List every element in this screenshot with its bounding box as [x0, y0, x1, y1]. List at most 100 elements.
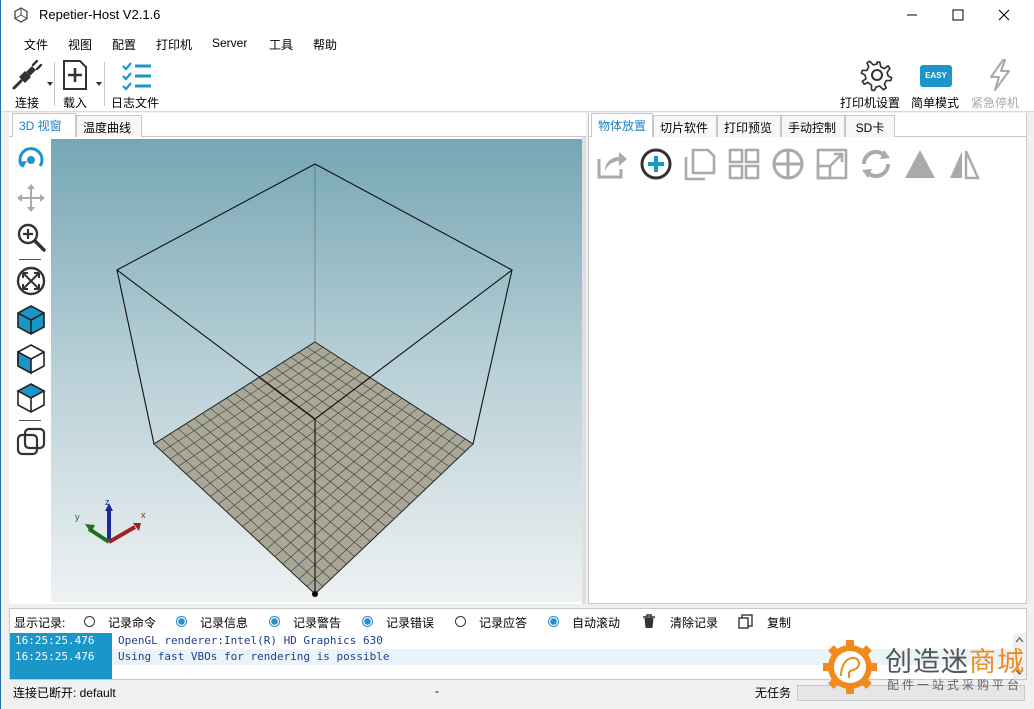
easy-mode-label: 简单模式 — [910, 96, 959, 110]
copy-icon[interactable] — [683, 147, 717, 181]
filter-info-label[interactable]: 记录信息 — [200, 614, 248, 631]
right-panel: 物体放置 切片软件 打印预览 手动控制 SD卡 — [588, 113, 1027, 604]
close-button[interactable] — [981, 0, 1027, 30]
menu-config[interactable]: 配置 — [112, 36, 136, 53]
svg-text:z: z — [105, 497, 110, 507]
easy-badge-icon: EASY — [920, 65, 952, 87]
menu-bar: 文件 视图 配置 打印机 Server 工具 帮助 — [1, 30, 1034, 56]
menu-help[interactable]: 帮助 — [313, 36, 337, 53]
clear-log-button[interactable]: 清除记录 — [670, 614, 718, 631]
svg-text:y: y — [75, 512, 80, 522]
filter-errors-label[interactable]: 记录错误 — [386, 614, 434, 631]
menu-tools[interactable]: 工具 — [269, 36, 293, 53]
file-add-icon — [63, 60, 87, 90]
filter-acks-label[interactable]: 记录应答 — [479, 614, 527, 631]
3d-viewport[interactable]: z x y — [51, 139, 582, 602]
mirror-icon[interactable] — [947, 147, 981, 181]
filter-acks-radio[interactable] — [455, 616, 466, 627]
plug-icon — [12, 59, 43, 90]
move-icon[interactable] — [15, 182, 47, 214]
filter-info-radio[interactable] — [176, 616, 187, 627]
app-logo-icon — [14, 7, 28, 23]
print-volume-render: z x y — [75, 163, 514, 597]
filter-commands-label[interactable]: 记录命令 — [108, 614, 156, 631]
watermark-logo: 创造迷商城 配件一站式采购平台 — [819, 638, 1029, 700]
printer-settings-label: 打印机设置 — [839, 96, 900, 110]
printer-settings-button[interactable]: 打印机设置 — [839, 58, 901, 110]
emergency-stop-label: 紧急停机 — [970, 96, 1019, 110]
filter-warnings-radio[interactable] — [269, 616, 280, 627]
scale-icon[interactable] — [815, 147, 849, 181]
log-message: OpenGL renderer:Intel(R) HD Graphics 630 — [118, 634, 383, 647]
menu-server[interactable]: Server — [212, 36, 247, 50]
tab-sd-card[interactable]: SD卡 — [845, 115, 895, 137]
export-icon[interactable] — [595, 147, 629, 181]
minimize-icon — [907, 14, 917, 16]
log-file-button[interactable]: 日志文件 — [109, 58, 161, 110]
connect-dropdown-icon[interactable] — [47, 82, 53, 86]
task-status: 无任务 — [755, 686, 792, 700]
view-tools — [9, 137, 51, 604]
copy-log-button[interactable]: 复制 — [767, 614, 791, 631]
axes-gizmo-icon: z x y — [75, 497, 146, 544]
auto-scroll-label[interactable]: 自动滚动 — [572, 614, 620, 631]
log-timestamp: 16:25:25.476 — [10, 633, 112, 649]
cut-icon[interactable] — [903, 147, 937, 181]
gear-logo-icon — [823, 640, 877, 694]
tab-3d-view[interactable]: 3D 视窗 — [12, 113, 76, 137]
close-icon — [998, 9, 1010, 21]
menu-file[interactable]: 文件 — [24, 36, 48, 53]
emergency-stop-button[interactable]: 紧急停机 — [969, 58, 1021, 110]
connection-status: 连接已断开: default — [13, 686, 116, 700]
add-object-icon[interactable] — [639, 147, 673, 181]
gear-icon — [860, 60, 893, 92]
load-button[interactable]: 载入 — [59, 58, 91, 110]
window-title: Repetier-Host V2.1.6 — [39, 7, 161, 22]
log-file-label: 日志文件 — [110, 96, 159, 110]
easy-mode-button[interactable]: EASY 简单模式 — [909, 58, 961, 110]
toolbar-separator — [104, 62, 105, 106]
log-message: Using fast VBOs for rendering is possibl… — [118, 650, 390, 663]
watermark-slogan: 配件一站式采购平台 — [887, 678, 1023, 692]
filter-warnings-label[interactable]: 记录警告 — [293, 614, 341, 631]
log-timestamp: 16:25:25.476 — [10, 649, 112, 665]
log-filters: 显示记录: 记录命令 记录信息 记录警告 记录错误 记录应答 自动滚动 清除记录 — [10, 609, 1026, 633]
filter-commands-radio[interactable] — [84, 616, 95, 627]
main-toolbar: 连接 载入 日志文件 打印机设置 EASY 简单模式 紧急停机 — [1, 56, 1034, 112]
connect-label: 连接 — [14, 96, 39, 110]
tool-separator — [19, 420, 41, 421]
tab-slicer[interactable]: 切片软件 — [653, 115, 717, 137]
autoposition-icon[interactable] — [727, 147, 761, 181]
tab-temperature-curve[interactable]: 温度曲线 — [76, 115, 142, 137]
center-icon[interactable] — [771, 147, 805, 181]
load-dropdown-icon[interactable] — [96, 82, 102, 86]
app-window: Repetier-Host V2.1.6 文件 视图 配置 打印机 Server… — [0, 0, 1034, 709]
viewport-scrollbar[interactable] — [582, 137, 586, 604]
watermark-name-part1: 创造迷 — [885, 647, 969, 678]
iso-view-icon[interactable] — [15, 304, 47, 336]
front-view-icon[interactable] — [15, 343, 47, 375]
filter-errors-radio[interactable] — [362, 616, 373, 627]
connect-button[interactable]: 连接 — [9, 58, 45, 110]
status-middle: - — [435, 684, 439, 698]
rotate-object-icon[interactable] — [859, 147, 893, 181]
zoom-icon[interactable] — [15, 221, 47, 253]
svg-text:x: x — [141, 510, 146, 520]
rotate-icon[interactable] — [15, 144, 47, 176]
log-timestamp-column — [10, 665, 112, 679]
maximize-button[interactable] — [935, 0, 981, 30]
fit-view-icon[interactable] — [15, 265, 47, 297]
parallel-projection-icon[interactable] — [15, 426, 47, 458]
menu-printer[interactable]: 打印机 — [156, 36, 192, 53]
copy-log-icon[interactable] — [738, 614, 753, 629]
auto-scroll-radio[interactable] — [548, 616, 559, 627]
minimize-button[interactable] — [889, 0, 935, 30]
title-bar: Repetier-Host V2.1.6 — [1, 0, 1034, 30]
tab-print-preview[interactable]: 打印预览 — [717, 115, 781, 137]
menu-view[interactable]: 视图 — [68, 36, 92, 53]
tab-manual-control[interactable]: 手动控制 — [781, 115, 845, 137]
tab-object-placement[interactable]: 物体放置 — [591, 113, 653, 137]
top-view-icon[interactable] — [15, 382, 47, 414]
toolbar-separator — [54, 62, 55, 106]
trash-icon[interactable] — [642, 614, 656, 629]
